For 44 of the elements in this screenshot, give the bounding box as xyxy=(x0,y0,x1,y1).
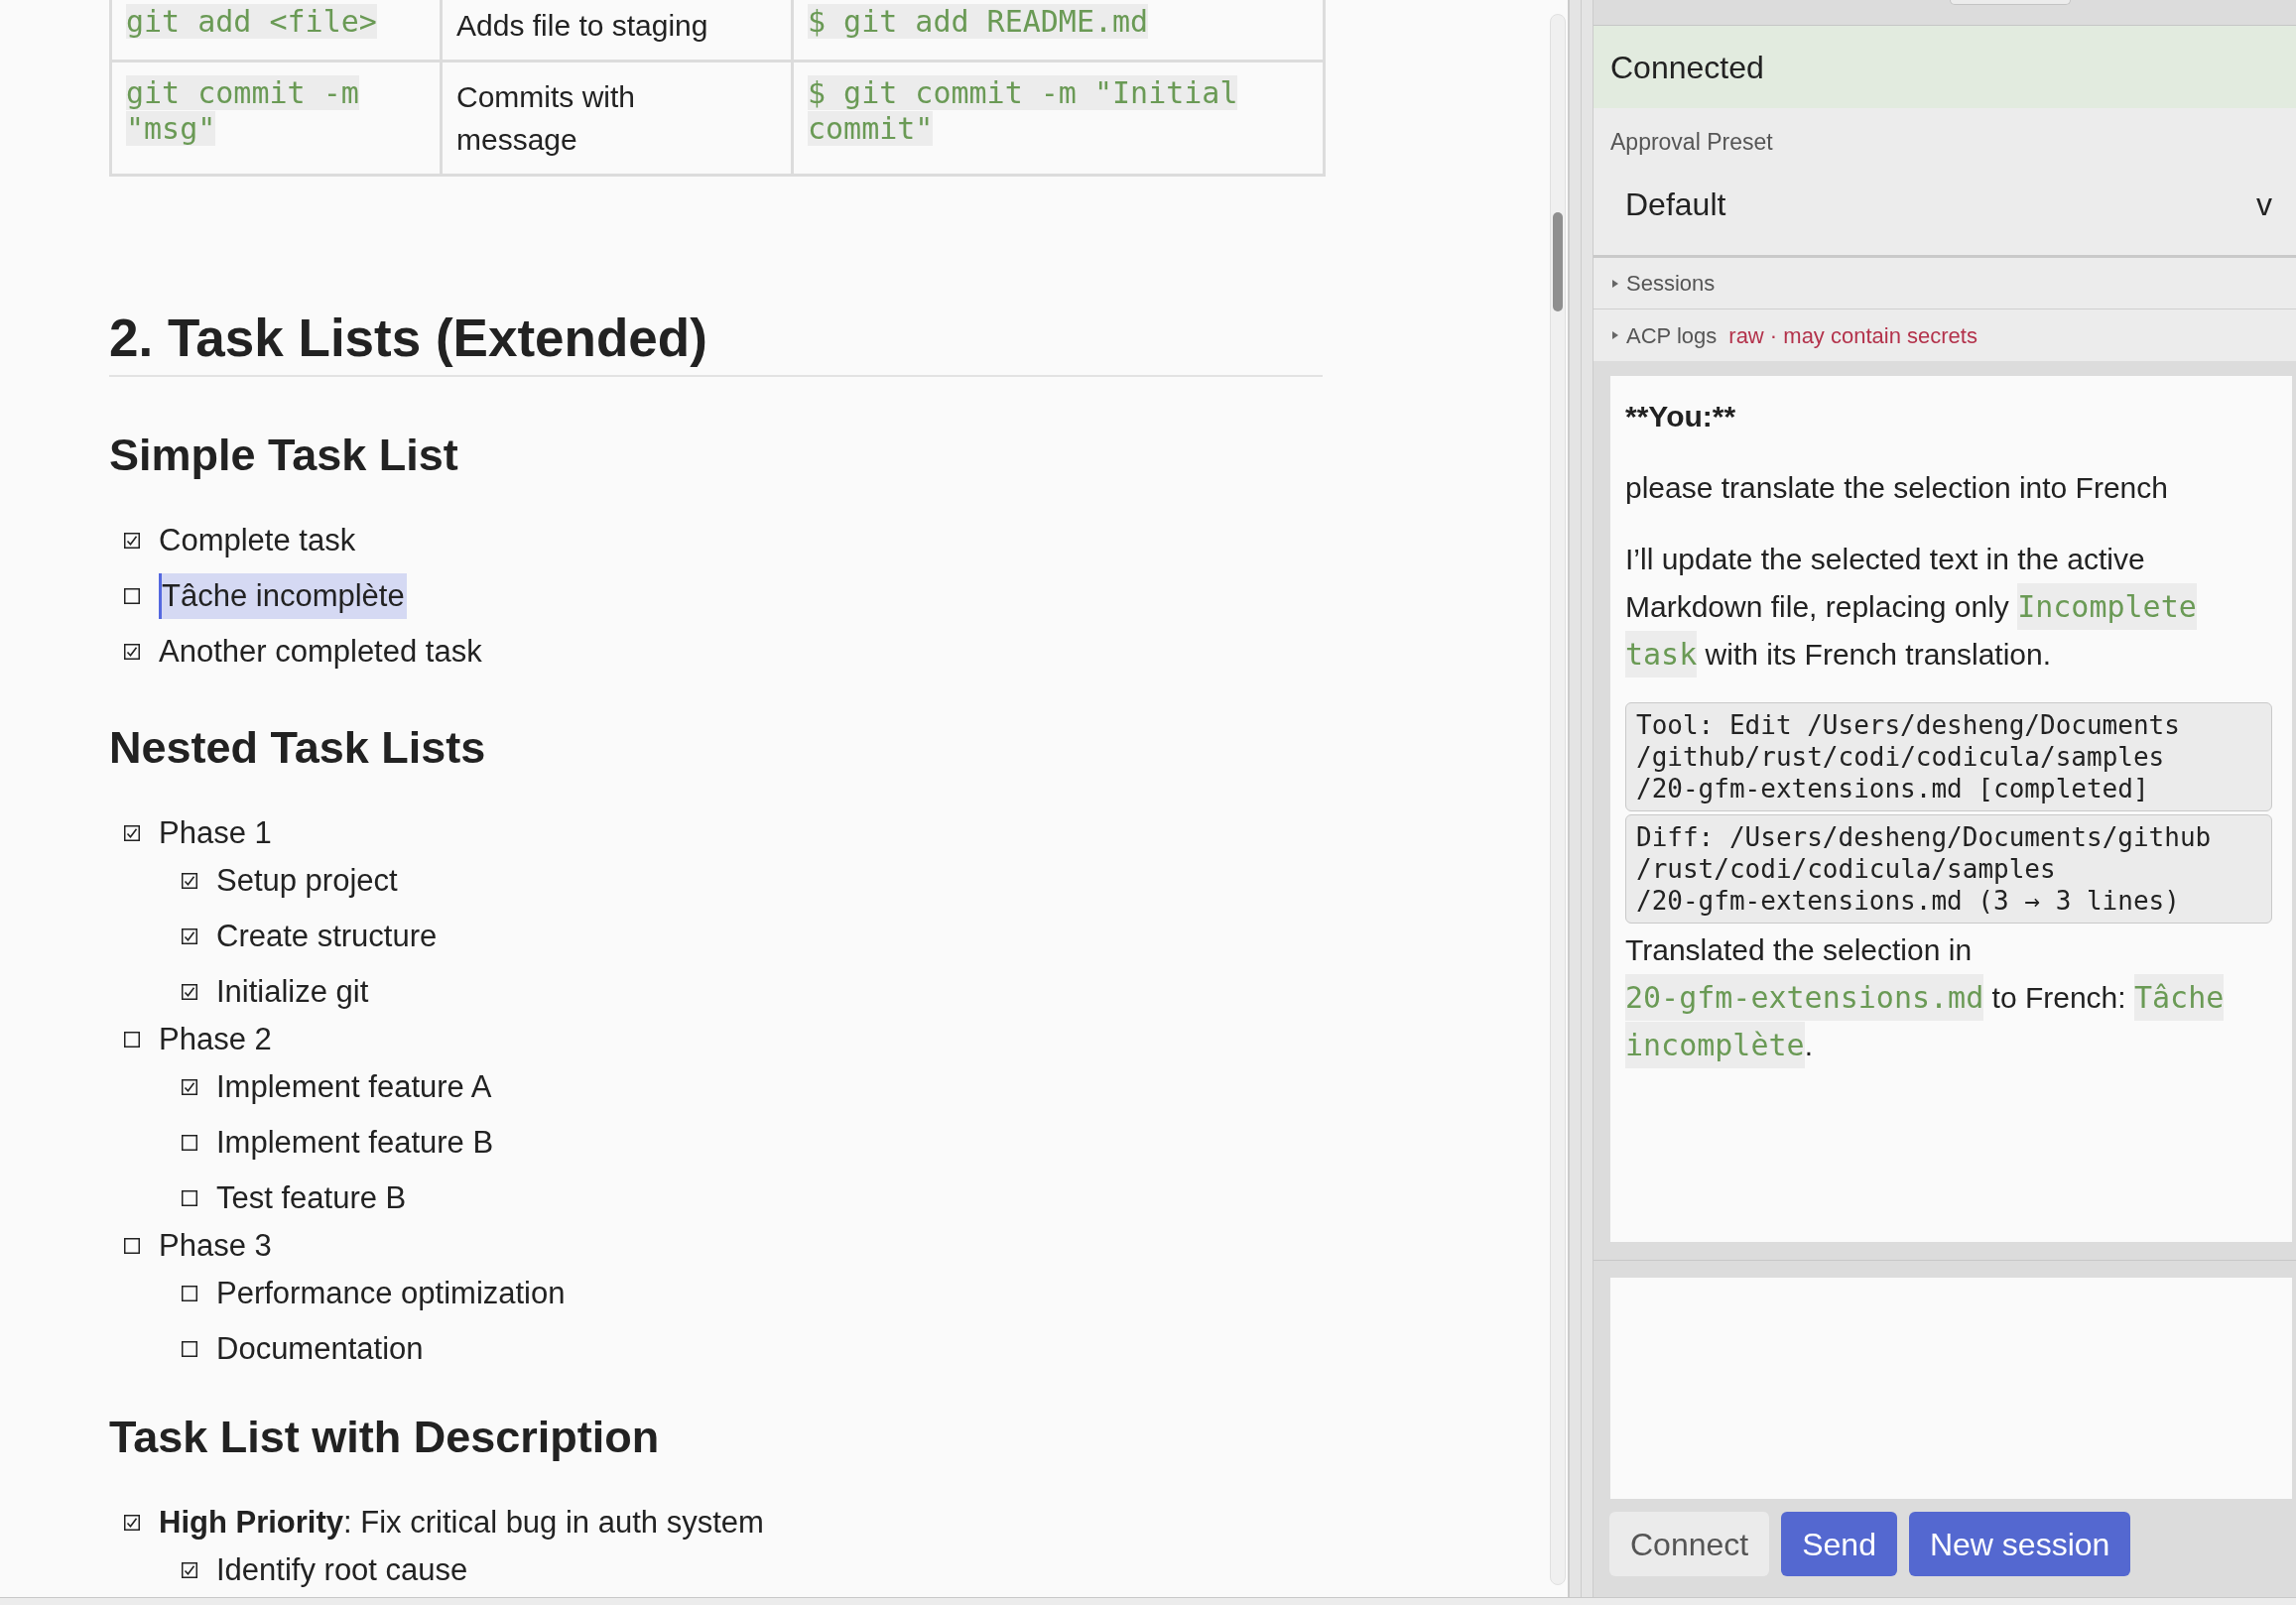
task-label: Initialize git xyxy=(216,974,369,1010)
scrollbar-thumb[interactable] xyxy=(1553,212,1563,311)
pane-splitter[interactable] xyxy=(1568,0,1594,1597)
message-input[interactable] xyxy=(1610,1278,2292,1499)
task-label: Phase 1 xyxy=(159,815,272,851)
task-label: Documentation xyxy=(216,1331,424,1367)
table-cell: git commit -m "msg" xyxy=(110,61,442,176)
section-toggle[interactable]: ACP logs raw · may contain secrets xyxy=(1594,309,2296,361)
preset-select[interactable]: Default v xyxy=(1610,174,2282,235)
subsection-heading: Nested Task Lists xyxy=(109,721,486,775)
section-toggle[interactable]: Sessions xyxy=(1594,258,2296,309)
warning-note: raw · may contain secrets xyxy=(1728,321,1977,350)
send-button[interactable]: Send xyxy=(1781,1512,1897,1576)
tool-call-block: Tool: Edit /Users/desheng/Documents/github/rust/codi/codicula/samples/20-gfm-extensions.md [completed] xyxy=(1625,702,2272,811)
panel-tab[interactable] xyxy=(1950,0,2071,5)
scrollbar-track[interactable] xyxy=(1550,14,1566,1585)
task-label: Implement feature B xyxy=(216,1125,494,1161)
subsection-heading: Task List with Description xyxy=(109,1411,660,1464)
task-label: Implement feature A xyxy=(216,1069,492,1105)
task-label: Performance optimization xyxy=(216,1276,566,1311)
task-label: Phase 3 xyxy=(159,1228,272,1264)
message-text: please translate the selection into French xyxy=(1625,470,2169,506)
task-label: Complete task xyxy=(159,523,356,558)
connect-button[interactable]: Connect xyxy=(1609,1512,1770,1576)
table-cell: $ git commit -m "Initial commit" xyxy=(792,61,1325,176)
table-cell: $ git add README.md xyxy=(792,0,1325,62)
section-heading: 2. Task Lists (Extended) xyxy=(109,308,707,369)
task-label: Tâche incomplète xyxy=(159,573,407,619)
author-label: **You:** xyxy=(1625,399,1736,434)
task-label: Test feature B xyxy=(216,1180,407,1216)
table-cell: Adds file to staging xyxy=(441,0,793,62)
field-label: Approval Preset xyxy=(1609,128,1773,156)
connection-status: Connected xyxy=(1594,26,2296,108)
task-label: Phase 2 xyxy=(159,1022,272,1057)
new-session-button[interactable]: New session xyxy=(1908,1512,2131,1576)
task-label: High Priority: Fix critical bug in auth system xyxy=(159,1505,764,1541)
task-label: Another completed task xyxy=(159,634,482,670)
task-label: Setup project xyxy=(216,863,398,899)
task-label: Create structure xyxy=(216,919,438,954)
table-cell: Commits with message xyxy=(441,61,793,176)
tool-call-block: Diff: /Users/desheng/Documents/github/rust/codi/codicula/samples/20-gfm-extensions.md (3 → 3 lines) xyxy=(1625,814,2272,924)
task-label: Identify root cause xyxy=(216,1552,468,1588)
table-cell: git add <file> xyxy=(110,0,442,62)
subsection-heading: Simple Task List xyxy=(109,429,458,482)
